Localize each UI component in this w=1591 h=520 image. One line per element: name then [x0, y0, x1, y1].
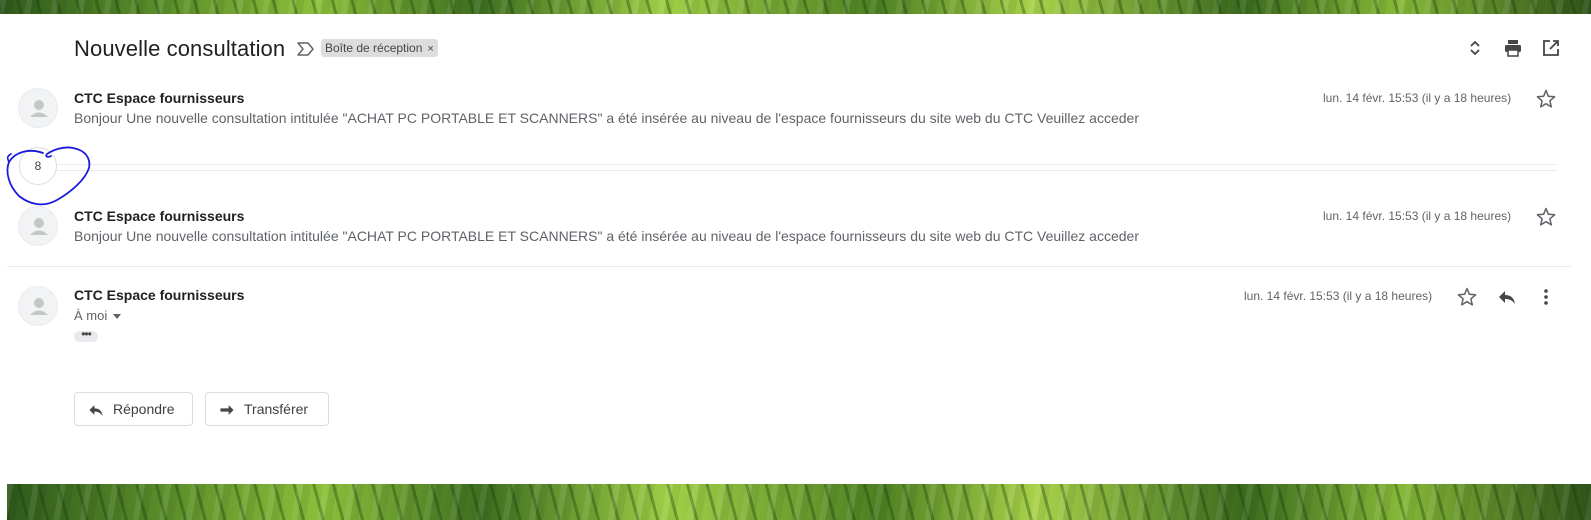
reply-button[interactable]: Répondre [74, 392, 193, 426]
sender-avatar [18, 206, 58, 246]
reply-icon [89, 405, 103, 416]
show-trimmed-content-button[interactable]: ••• [74, 328, 98, 342]
forward-button[interactable]: Transférer [205, 392, 329, 426]
email-thread-panel: Nouvelle consultation Boîte de réception… [6, 14, 1571, 484]
message-collapsed-2[interactable]: CTC Espace fournisseurs Bonjour Une nouv… [7, 204, 1571, 266]
reply-icon[interactable] [1496, 286, 1518, 308]
message-collapsed-1[interactable]: CTC Espace fournisseurs Bonjour Une nouv… [7, 86, 1571, 156]
message-snippet: Bonjour Une nouvelle consultation intitu… [74, 228, 1139, 244]
message-date: lun. 14 févr. 15:53 (il y a 18 heures) [1244, 289, 1433, 303]
background-grass-top [0, 0, 1591, 14]
sender-name: CTC Espace fournisseurs [74, 90, 245, 106]
message-divider [7, 266, 1571, 267]
inbox-label-text: Boîte de réception [325, 41, 423, 55]
collapsed-divider-bottom [57, 170, 1557, 171]
message-expanded-3: CTC Espace fournisseurs lun. 14 févr. 15… [7, 284, 1571, 344]
open-in-new-window-icon[interactable] [1541, 38, 1561, 58]
important-marker-icon[interactable] [296, 40, 316, 58]
sender-name[interactable]: CTC Espace fournisseurs [74, 287, 244, 303]
message-date: lun. 14 févr. 15:53 (il y a 18 heures) [1323, 91, 1512, 105]
sender-avatar [18, 286, 58, 326]
thread-subject: Nouvelle consultation [74, 36, 286, 61]
background-grass-bottom [7, 484, 1591, 520]
message-date: lun. 14 févr. 15:53 (il y a 18 heures) [1323, 209, 1512, 223]
chevron-down-icon [113, 314, 122, 320]
forward-button-label: Transférer [244, 401, 309, 417]
recipient-text: À moi [74, 308, 108, 323]
star-icon[interactable] [1535, 88, 1557, 110]
default-avatar-icon [30, 100, 48, 117]
thread-header: Nouvelle consultation Boîte de réception… [74, 36, 1571, 62]
recipient-details-toggle[interactable]: À moi [74, 308, 122, 323]
sender-avatar [18, 88, 58, 128]
star-icon[interactable] [1456, 286, 1478, 308]
collapsed-divider-top [57, 164, 1557, 165]
remove-label-icon[interactable]: × [427, 43, 433, 55]
star-icon[interactable] [1535, 206, 1557, 228]
sender-name: CTC Espace fournisseurs [74, 208, 245, 224]
forward-icon [220, 405, 234, 415]
message-snippet: Bonjour Une nouvelle consultation intitu… [74, 110, 1139, 126]
inbox-label-chip[interactable]: Boîte de réception × [321, 39, 438, 57]
reply-button-label: Répondre [113, 401, 175, 417]
more-options-icon[interactable] [1535, 286, 1557, 308]
print-icon[interactable] [1503, 38, 1523, 58]
expand-collapse-icon[interactable] [1465, 38, 1485, 58]
default-avatar-icon [30, 298, 48, 315]
default-avatar-icon [30, 218, 48, 235]
